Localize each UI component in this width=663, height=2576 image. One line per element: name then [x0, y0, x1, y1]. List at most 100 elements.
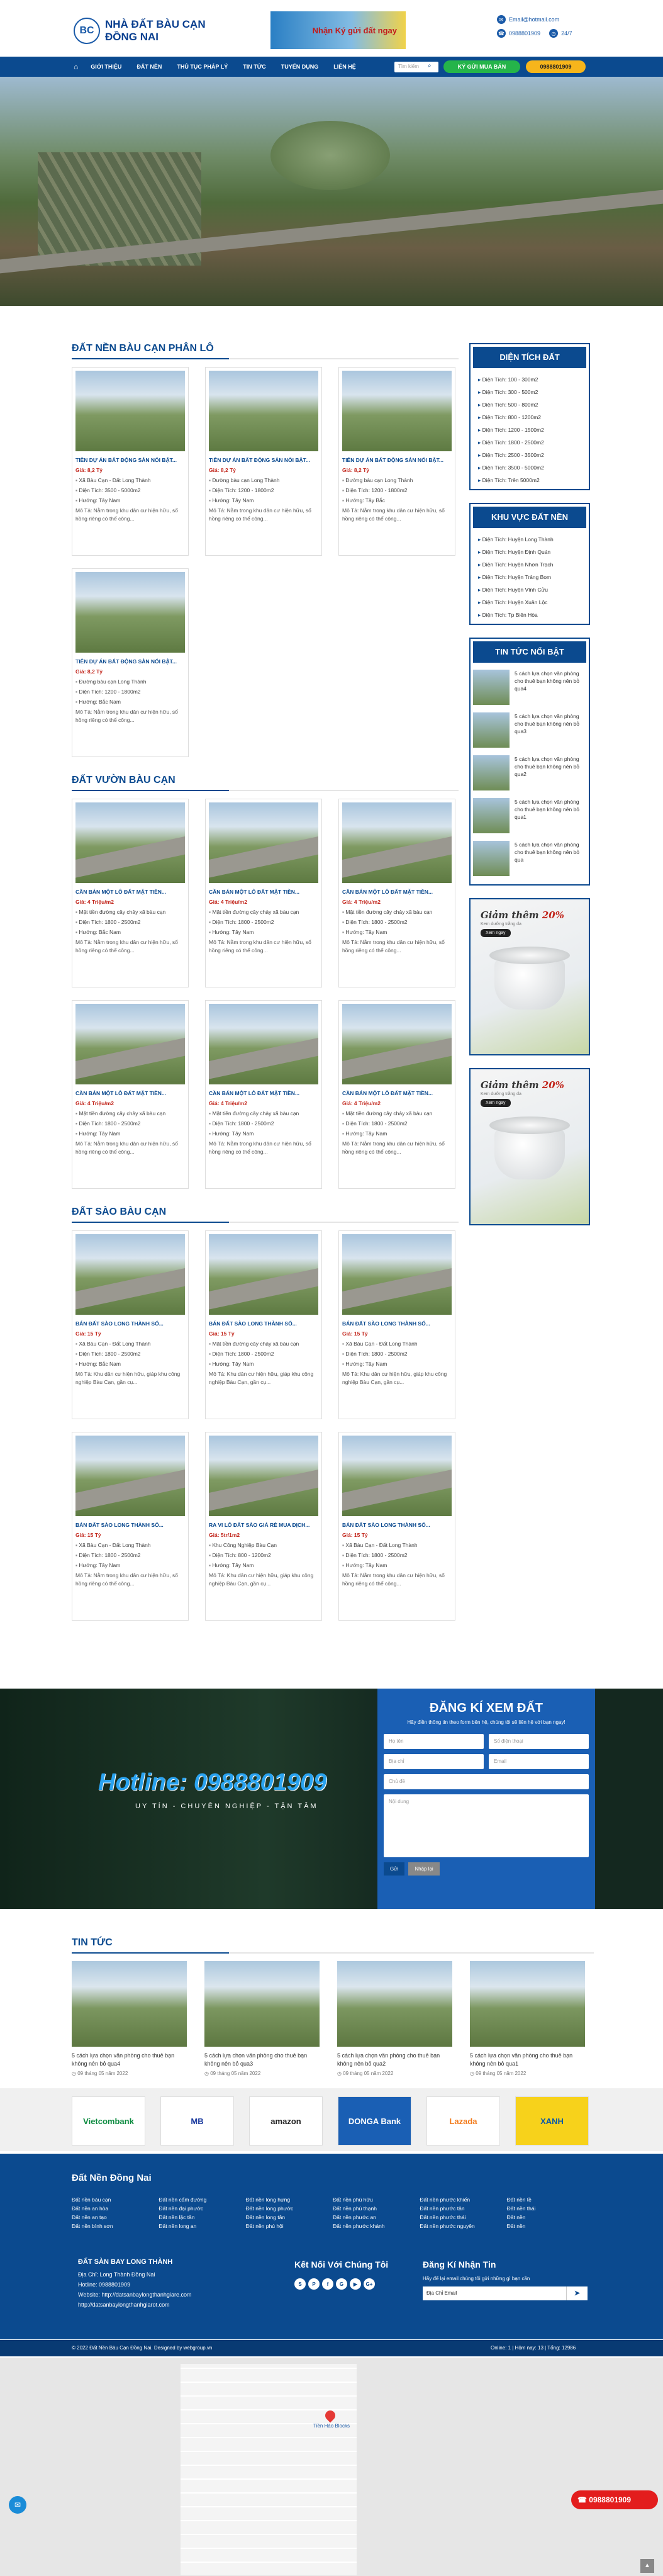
listing-title[interactable]: BÁN ĐẤT SÀO LONG THÀNH SỔ...: [342, 1521, 452, 1529]
nav-item-thu-tuc[interactable]: THỦ TỤC PHÁP LÝ: [177, 64, 228, 70]
ad-banner[interactable]: Giảm thêm 20% Kem dưỡng trắng da Xem nga…: [469, 898, 590, 1055]
listing-image[interactable]: [342, 371, 452, 451]
header-email[interactable]: Email@hotmail.com: [509, 16, 559, 23]
name-field[interactable]: Họ tên: [384, 1734, 484, 1749]
news-card[interactable]: 5 cách lựa chọn văn phòng cho thuê bạn k…: [337, 1961, 452, 2076]
listing-title[interactable]: TIÊN DỰ ÁN BẤT ĐỘNG SẢN NỔI BẬT...: [75, 658, 185, 666]
partner-logo[interactable]: Lazada: [426, 2096, 500, 2146]
company-website[interactable]: Website: http://datsanbaylongthanhgiare.…: [78, 2290, 191, 2300]
listing-title[interactable]: TIÊN DỰ ÁN BẤT ĐỘNG SẢN NỔI BẬT...: [209, 456, 318, 464]
footer-link[interactable]: Đất nền phú hội: [246, 2223, 333, 2229]
listing-title[interactable]: CẦN BÁN MỘT LÔ ĐẤT MẶT TIỀN...: [342, 888, 452, 896]
partner-logo[interactable]: XANH: [515, 2096, 589, 2146]
listing-card[interactable]: CẦN BÁN MỘT LÔ ĐẤT MẶT TIỀN... Giá: 4 Tri…: [72, 799, 189, 987]
messenger-icon[interactable]: ✉: [9, 2496, 26, 2514]
phone-field[interactable]: Số điện thoại: [489, 1734, 589, 1749]
ad-banner[interactable]: Giảm thêm 20% Kem dưỡng trắng da Xem nga…: [469, 1068, 590, 1225]
partner-logo[interactable]: Vietcombank: [72, 2096, 145, 2146]
news-title[interactable]: 5 cách lựa chọn văn phòng cho thuê bạn k…: [515, 670, 586, 709]
news-image[interactable]: [470, 1961, 585, 2047]
listing-title[interactable]: BÁN ĐẤT SÀO LONG THÀNH SỔ...: [209, 1320, 318, 1328]
footer-link[interactable]: Đất nền: [507, 2214, 594, 2220]
listing-title[interactable]: CẦN BÁN MỘT LÔ ĐẤT MẶT TIỀN...: [342, 1089, 452, 1098]
listing-image[interactable]: [209, 371, 318, 451]
area-filter-item[interactable]: Diện Tích: 1800 - 2500m2: [473, 436, 586, 449]
listing-card[interactable]: CẦN BÁN MỘT LÔ ĐẤT MẶT TIỀN... Giá: 4 Tri…: [72, 1000, 189, 1189]
address-field[interactable]: Địa chỉ: [384, 1754, 484, 1769]
footer-link[interactable]: Đất nền đại phước: [159, 2205, 245, 2212]
social-icon[interactable]: S: [294, 2278, 306, 2290]
listing-image[interactable]: [209, 1436, 318, 1516]
news-thumbnail[interactable]: [473, 755, 510, 790]
footer-link[interactable]: Đất nền long tân: [246, 2214, 333, 2220]
news-card-title[interactable]: 5 cách lựa chọn văn phòng cho thuê bạn k…: [72, 2052, 187, 2068]
region-filter-item[interactable]: Diện Tích: Huyện Long Thành: [473, 533, 586, 546]
listing-title[interactable]: CẦN BÁN MỘT LÔ ĐẤT MẶT TIỀN...: [209, 888, 318, 896]
region-filter-item[interactable]: Diện Tích: Tp Biên Hòa: [473, 609, 586, 621]
news-title[interactable]: 5 cách lựa chọn văn phòng cho thuê bạn k…: [515, 798, 586, 837]
news-title[interactable]: 5 cách lựa chọn văn phòng cho thuê bạn k…: [515, 755, 586, 794]
search-input[interactable]: Tìm kiếm: [394, 62, 438, 72]
listing-image[interactable]: [209, 1234, 318, 1315]
listing-card[interactable]: TIÊN DỰ ÁN BẤT ĐỘNG SẢN NỔI BẬT... Giá: 8…: [205, 367, 322, 556]
region-filter-item[interactable]: Diện Tích: Huyện Nhơn Trạch: [473, 558, 586, 571]
listing-card[interactable]: TIÊN DỰ ÁN BẤT ĐỘNG SẢN NỔI BẬT... Giá: 8…: [72, 367, 189, 556]
footer-link[interactable]: Đất nền long hưng: [246, 2196, 333, 2203]
content-field[interactable]: Nội dung: [384, 1794, 589, 1857]
news-card-title[interactable]: 5 cách lựa chọn văn phòng cho thuê bạn k…: [204, 2052, 320, 2068]
listing-card[interactable]: CẦN BÁN MỘT LÔ ĐẤT MẶT TIỀN... Giá: 4 Tri…: [338, 1000, 455, 1189]
footer-link[interactable]: Đất nền bình sơn: [72, 2223, 159, 2229]
listing-title[interactable]: BÁN ĐẤT SÀO LONG THÀNH SỔ...: [75, 1521, 185, 1529]
scroll-top-icon[interactable]: ▲: [640, 2559, 654, 2573]
social-icon[interactable]: f: [322, 2278, 333, 2290]
social-icon[interactable]: P: [308, 2278, 320, 2290]
social-icon[interactable]: G+: [364, 2278, 375, 2290]
listing-card[interactable]: BÁN ĐẤT SÀO LONG THÀNH SỔ... Giá: 15 Tỷ Xã…: [72, 1230, 189, 1419]
send-icon[interactable]: ➤: [566, 2286, 588, 2300]
news-card-title[interactable]: 5 cách lựa chọn văn phòng cho thuê bạn k…: [470, 2052, 585, 2068]
news-title[interactable]: 5 cách lựa chọn văn phòng cho thuê bạn k…: [515, 841, 586, 880]
footer-link[interactable]: Đất nền an tạo: [72, 2214, 159, 2220]
listing-card[interactable]: CẦN BÁN MỘT LÔ ĐẤT MẶT TIỀN... Giá: 4 Tri…: [205, 1000, 322, 1189]
news-title[interactable]: 5 cách lựa chọn văn phòng cho thuê bạn k…: [515, 712, 586, 751]
listing-image[interactable]: [342, 802, 452, 883]
listing-card[interactable]: CẦN BÁN MỘT LÔ ĐẤT MẶT TIỀN... Giá: 4 Tri…: [205, 799, 322, 987]
listing-card[interactable]: TIÊN DỰ ÁN BẤT ĐỘNG SẢN NỔI BẬT... Giá: 8…: [338, 367, 455, 556]
listing-image[interactable]: [209, 1004, 318, 1084]
header-phone[interactable]: 0988801909: [509, 30, 540, 37]
area-filter-item[interactable]: Diện Tích: Trên 5000m2: [473, 474, 586, 487]
footer-link[interactable]: Đất nền phước tân: [420, 2205, 506, 2212]
nav-item-dat-nen[interactable]: ĐẤT NỀN: [136, 64, 162, 70]
map-embed[interactable]: Tiền Hảo Blocks: [0, 2358, 663, 2576]
listing-title[interactable]: BÁN ĐẤT SÀO LONG THÀNH SỔ...: [75, 1320, 185, 1328]
listing-image[interactable]: [209, 802, 318, 883]
map-tile[interactable]: [181, 2364, 357, 2575]
footer-link[interactable]: Đất nền phước khánh: [333, 2223, 420, 2229]
hotline-button[interactable]: 0988801909: [526, 60, 586, 73]
listing-title[interactable]: CẦN BÁN MỘT LÔ ĐẤT MẶT TIỀN...: [75, 888, 185, 896]
ad-button[interactable]: Xem ngay: [481, 1099, 511, 1107]
footer-link[interactable]: Đất nền bàu cạn: [72, 2196, 159, 2203]
nav-item-lien-he[interactable]: LIÊN HỆ: [333, 64, 356, 70]
nav-item-tuyen-dung[interactable]: TUYỂN DỤNG: [281, 64, 319, 70]
listing-title[interactable]: CẦN BÁN MỘT LÔ ĐẤT MẶT TIỀN...: [75, 1089, 185, 1098]
news-image[interactable]: [337, 1961, 452, 2047]
area-filter-item[interactable]: Diện Tích: 3500 - 5000m2: [473, 461, 586, 474]
area-filter-item[interactable]: Diện Tích: 800 - 1200m2: [473, 411, 586, 424]
partner-logo[interactable]: DONGA Bank: [338, 2096, 411, 2146]
listing-card[interactable]: RA VI LÔ ĐẤT SÀO GIÁ RẺ MUA ĐỊCH... Giá: …: [205, 1432, 322, 1621]
listing-image[interactable]: [75, 802, 185, 883]
listing-image[interactable]: [75, 1436, 185, 1516]
news-thumbnail[interactable]: [473, 670, 510, 705]
footer-link[interactable]: Đất nền lặc tân: [159, 2214, 245, 2220]
footer-link[interactable]: Đất nền phước khiến: [420, 2196, 506, 2203]
company-hotline[interactable]: Hotline: 0988801909: [78, 2280, 191, 2290]
news-card-title[interactable]: 5 cách lựa chọn văn phòng cho thuê bạn k…: [337, 2052, 452, 2068]
listing-card[interactable]: BÁN ĐẤT SÀO LONG THÀNH SỔ... Giá: 15 Tỷ Xã…: [72, 1432, 189, 1621]
listing-image[interactable]: [342, 1436, 452, 1516]
area-filter-item[interactable]: Diện Tích: 100 - 300m2: [473, 373, 586, 386]
news-thumbnail[interactable]: [473, 798, 510, 833]
area-filter-item[interactable]: Diện Tích: 300 - 500m2: [473, 386, 586, 398]
consign-button[interactable]: KÝ GỬI MUA BÁN: [443, 60, 520, 73]
company-website-2[interactable]: http://datsanbaylongthanhgiarot.com: [78, 2300, 191, 2310]
